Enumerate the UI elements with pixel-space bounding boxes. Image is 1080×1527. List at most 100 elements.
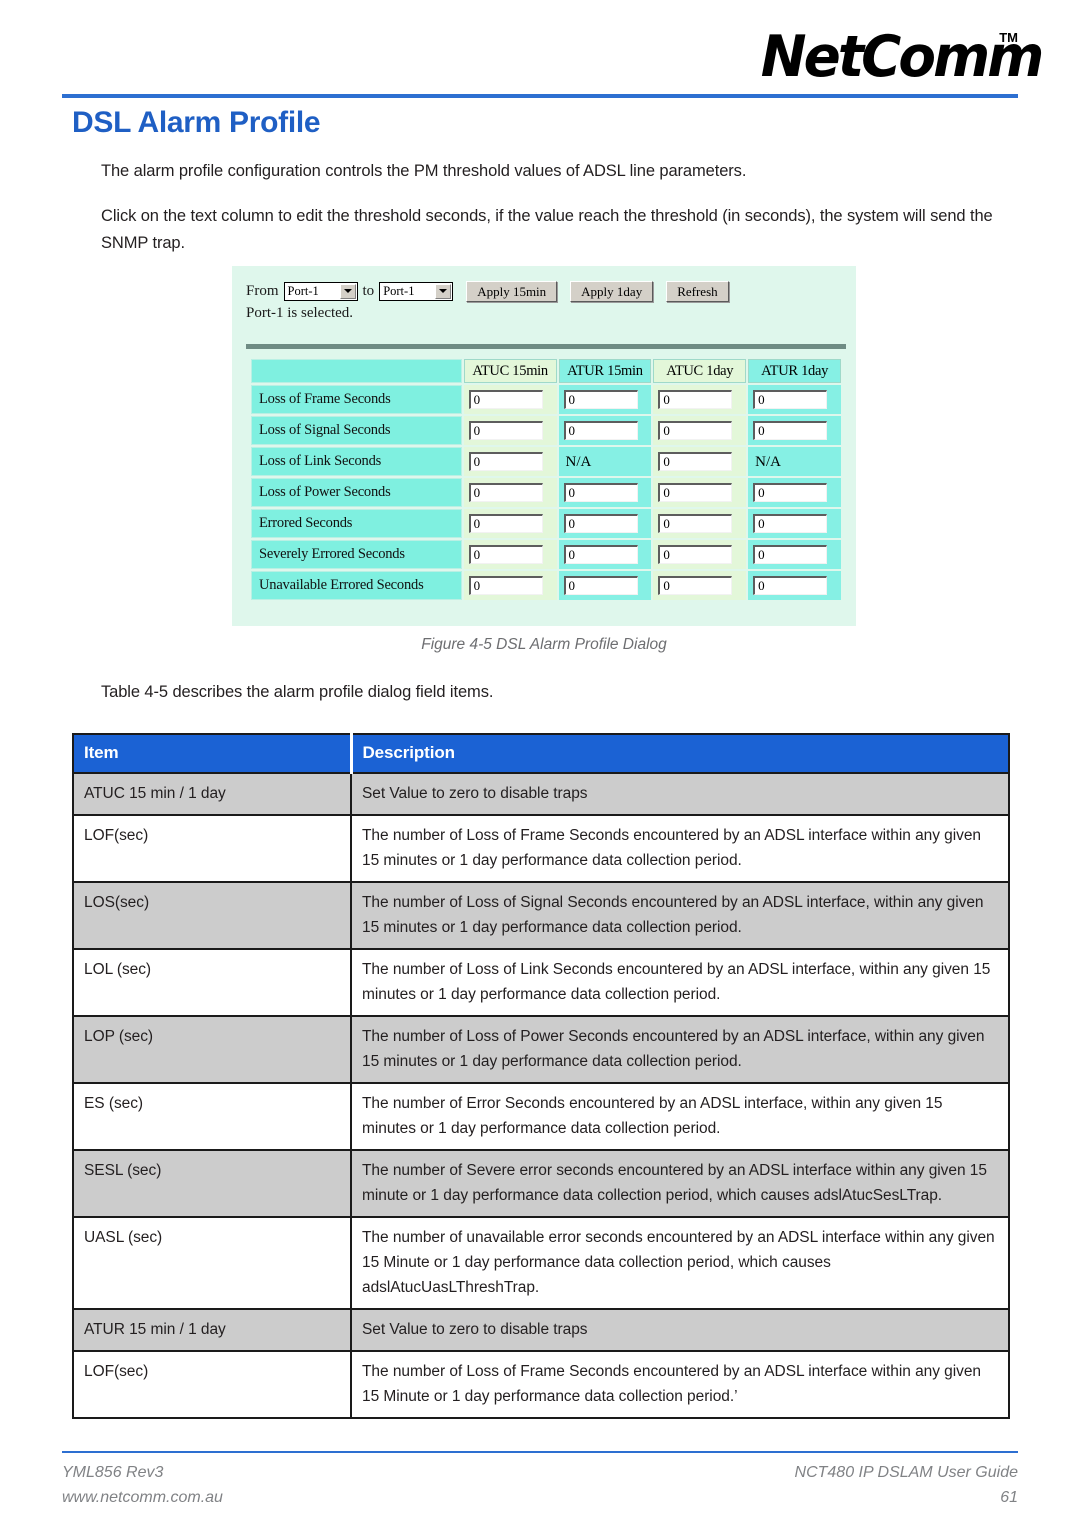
footer-guide-title: NCT480 IP DSLAM User Guide [794,1464,1018,1481]
field-items-header-row: Item Description [72,733,1010,774]
threshold-input[interactable]: 0 [468,545,543,564]
row-item: ES (sec) [72,1082,352,1151]
refresh-button[interactable]: Refresh [666,280,729,302]
threshold-cell: 0 [748,478,841,507]
dsl-alarm-profile-dialog: From Port-1 to Port-1 Apply 15min Apply … [232,266,856,626]
row-item: LOL (sec) [72,948,352,1017]
apply-15min-button[interactable]: Apply 15min [466,280,558,302]
page-title: DSL Alarm Profile [72,106,321,139]
trademark-symbol: TM [999,30,1018,45]
from-port-select[interactable]: Port-1 [283,281,358,301]
threshold-table-container: ATUC 15min ATUR 15min ATUC 1day ATUR 1da… [246,354,846,605]
threshold-input[interactable]: 0 [753,483,828,502]
threshold-input[interactable]: 0 [753,390,828,409]
apply-1day-button[interactable]: Apply 1day [570,280,654,302]
intro-paragraph: The alarm profile configuration controls… [101,162,747,180]
threshold-row-label: Loss of Power Seconds [251,478,462,507]
threshold-input[interactable]: 0 [563,421,638,440]
threshold-input[interactable]: 0 [563,390,638,409]
threshold-input[interactable]: 0 [658,545,733,564]
threshold-input[interactable]: 0 [563,514,638,533]
table-row: SESL (sec) The number of Severe error sec… [72,1149,1010,1218]
threshold-input[interactable]: 0 [658,576,733,595]
column-atur-15min: ATUR 15min [558,359,652,383]
threshold-cell: 0 [463,509,557,538]
threshold-row: Loss of Power Seconds 0 0 0 0 [251,478,841,507]
threshold-table-corner [251,359,462,383]
threshold-row-label: Loss of Signal Seconds [251,416,462,445]
row-description: Set Value to zero to disable traps [350,772,1010,816]
threshold-cell: 0 [653,447,747,476]
threshold-cell: 0 [463,571,557,600]
threshold-input[interactable]: 0 [468,514,543,533]
row-description: The number of Loss of Frame Seconds enco… [350,814,1010,883]
table-row: ATUR 15 min / 1 day Set Value to zero to … [72,1308,1010,1352]
threshold-cell: 0 [463,416,557,445]
threshold-input[interactable]: 0 [468,483,543,502]
threshold-input[interactable]: 0 [753,545,828,564]
threshold-input[interactable]: 0 [563,483,638,502]
threshold-input[interactable]: 0 [468,576,543,595]
threshold-table: ATUC 15min ATUR 15min ATUC 1day ATUR 1da… [249,357,843,602]
threshold-input[interactable]: 0 [468,390,543,409]
threshold-cell: N/A [558,447,652,476]
row-description: Set Value to zero to disable traps [350,1308,1010,1352]
threshold-row: Errored Seconds 0 0 0 0 [251,509,841,538]
to-port-select[interactable]: Port-1 [379,281,454,301]
chevron-down-icon[interactable] [339,283,356,299]
threshold-input[interactable]: 0 [753,514,828,533]
threshold-input[interactable]: 0 [658,390,733,409]
row-description: The number of Severe error seconds encou… [350,1149,1010,1218]
threshold-row-label: Severely Errored Seconds [251,540,462,569]
threshold-cell: 0 [463,478,557,507]
threshold-cell: 0 [558,540,652,569]
threshold-input[interactable]: 0 [563,545,638,564]
threshold-input[interactable]: 0 [563,576,638,595]
threshold-input[interactable]: 0 [468,452,543,471]
row-item: ATUR 15 min / 1 day [72,1308,352,1352]
threshold-row: Loss of Frame Seconds 0 0 0 0 [251,385,841,414]
threshold-cell: 0 [653,416,747,445]
threshold-cell: 0 [653,540,747,569]
threshold-row: Unavailable Errored Seconds 0 0 0 0 [251,571,841,600]
threshold-table-body: Loss of Frame Seconds 0 0 0 0 Loss of Signal … [251,385,841,600]
table-row: ATUC 15 min / 1 day Set Value to zero to … [72,772,1010,816]
field-items-body: ATUC 15 min / 1 day Set Value to zero to … [72,772,1010,1419]
threshold-cell: 0 [748,385,841,414]
footer-page-number: 61 [1000,1489,1018,1506]
threshold-input[interactable]: 0 [753,421,828,440]
port-selection-status: Port-1 is selected. [246,305,354,321]
threshold-input[interactable]: 0 [753,576,828,595]
table-row: LOS(sec) The number of Loss of Signal Sec… [72,881,1010,950]
threshold-cell: 0 [748,416,841,445]
row-item: UASL (sec) [72,1216,352,1310]
threshold-row-label: Loss of Frame Seconds [251,385,462,414]
netcomm-logo: NetComm TM [750,26,1045,88]
threshold-table-header-row: ATUC 15min ATUR 15min ATUC 1day ATUR 1da… [251,359,841,383]
row-item: LOP (sec) [72,1015,352,1084]
figure-caption: Figure 4-5 DSL Alarm Profile Dialog [421,636,667,653]
row-item: LOS(sec) [72,881,352,950]
threshold-input[interactable]: 0 [658,421,733,440]
threshold-cell: 0 [558,571,652,600]
threshold-input[interactable]: 0 [658,452,733,471]
table-row: UASL (sec) The number of unavailable erro… [72,1216,1010,1310]
threshold-cell: 0 [748,571,841,600]
threshold-cell: N/A [748,447,841,476]
header-divider [62,94,1018,98]
threshold-na-text: N/A [565,453,592,470]
row-item: ATUC 15 min / 1 day [72,772,352,816]
port-range-controls: From Port-1 to Port-1 Apply 15min Apply … [246,280,729,302]
table-row: LOF(sec) The number of Loss of Frame Seco… [72,814,1010,883]
footer-website[interactable]: www.netcomm.com.au [62,1485,223,1510]
threshold-input[interactable]: 0 [658,514,733,533]
chevron-down-icon[interactable] [435,283,452,299]
threshold-input[interactable]: 0 [468,421,543,440]
threshold-row-label: Errored Seconds [251,509,462,538]
table-intro-text: Table 4-5 describes the alarm profile di… [101,683,494,701]
row-description: The number of Loss of Frame Seconds enco… [350,1350,1010,1419]
threshold-input[interactable]: 0 [658,483,733,502]
from-port-value: Port-1 [287,283,319,298]
table-row: LOF(sec) The number of Loss of Frame Seco… [72,1350,1010,1419]
dialog-toolbar: From Port-1 to Port-1 Apply 15min Apply … [246,280,846,332]
